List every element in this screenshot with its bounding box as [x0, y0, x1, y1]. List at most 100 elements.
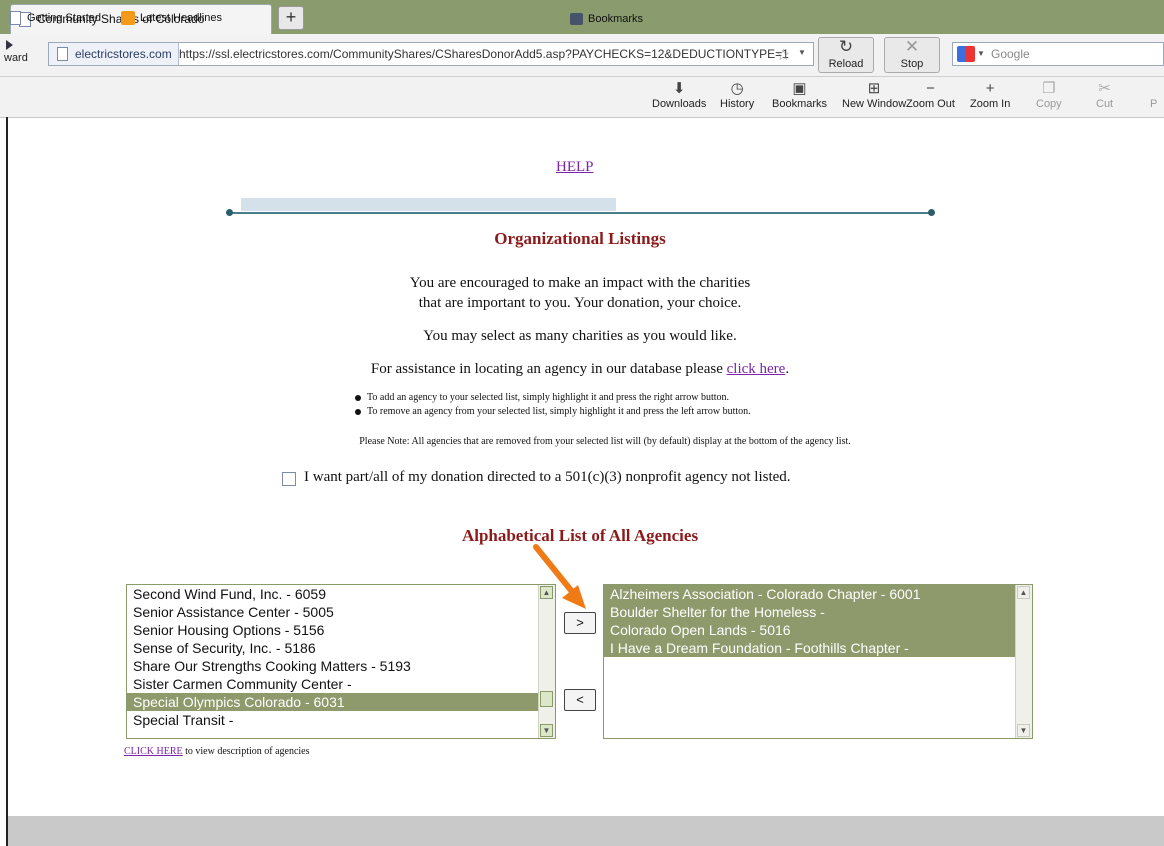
agency-option[interactable]: Sense of Security, Inc. - 5186 — [127, 639, 555, 657]
add-agency-button[interactable]: > — [564, 612, 596, 634]
intro-text-line1: You are encouraged to make an impact wit… — [409, 275, 751, 291]
page-title: Organizational Listings — [494, 229, 666, 248]
assist-period: . — [785, 361, 790, 377]
paste-icon — [1150, 80, 1157, 98]
progress-track — [230, 212, 930, 214]
star-icon[interactable]: ☆ — [776, 45, 790, 65]
agency-option[interactable]: Colorado Open Lands - 5016 — [604, 621, 1032, 639]
toolbar-downloads-button[interactable]: ⬇ Downloads — [652, 80, 706, 110]
instruction-text: To add an agency to your selected list, … — [367, 392, 730, 403]
unlisted-agency-checkbox[interactable] — [282, 472, 296, 486]
url-bar[interactable]: electricstores.com https://ssl.electrics… — [48, 42, 814, 66]
toolbar-label: Zoom Out — [906, 98, 955, 110]
agency-option[interactable]: Share Our Strengths Cooking Matters - 51… — [127, 657, 555, 675]
all-agencies-options: Second Wind Fund, Inc. - 6059 Senior Assi… — [127, 585, 555, 729]
bookmarks-icon — [570, 13, 583, 26]
toolbar-new-window-button[interactable]: ⊞ New Window — [842, 80, 906, 110]
toolbar-bookmarks-button[interactable]: ▣ Bookmarks — [772, 80, 827, 110]
bookmark-getting-started[interactable]: Getting Started — [10, 11, 101, 26]
help-link[interactable]: HELP — [556, 159, 594, 176]
agency-option[interactable]: Sister Carmen Community Center - — [127, 675, 555, 693]
progress-bar-fill — [241, 198, 616, 211]
chevron-down-icon[interactable]: ▼ — [798, 48, 806, 57]
scroll-down-icon[interactable]: ▼ — [540, 724, 553, 737]
toolbar-paste-button[interactable]: P — [1150, 80, 1157, 110]
scrollbar[interactable]: ▲ ▼ — [538, 585, 555, 738]
toolbar-copy-button[interactable]: ❐ Copy — [1036, 80, 1062, 110]
status-bar — [8, 816, 1164, 846]
agency-option[interactable]: Alzheimers Association - Colorado Chapte… — [604, 585, 1032, 603]
intro-text-line3: You may select as many charities as you … — [423, 328, 737, 344]
download-icon: ⬇ — [672, 80, 686, 97]
search-placeholder: Google — [991, 47, 1030, 61]
view-descriptions: CLICK HERE to view description of agenci… — [124, 746, 310, 757]
instruction-bullet: To add an agency to your selected list, … — [355, 392, 729, 404]
assist-click-here-link[interactable]: click here — [727, 361, 786, 377]
copy-icon: ❐ — [1042, 80, 1056, 97]
rss-icon — [121, 11, 135, 26]
chevron-down-icon[interactable]: ▼ — [977, 43, 985, 65]
agency-option[interactable]: Senior Housing Options - 5156 — [127, 621, 555, 639]
window-edge — [6, 117, 8, 846]
toolbar-label: History — [720, 98, 755, 110]
scroll-thumb[interactable] — [540, 691, 553, 707]
forward-arrow-icon[interactable] — [6, 40, 13, 50]
selected-agencies-listbox[interactable]: Alzheimers Association - Colorado Chapte… — [603, 584, 1033, 739]
scroll-down-icon[interactable]: ▼ — [1017, 724, 1030, 737]
toolbar-label: Copy — [1036, 98, 1062, 110]
agency-option[interactable]: Special Transit - — [127, 711, 555, 729]
page-icon — [57, 47, 68, 61]
selected-agencies-options: Alzheimers Association - Colorado Chapte… — [604, 585, 1032, 657]
agency-option[interactable]: I Have a Dream Foundation - Foothills Ch… — [604, 639, 1032, 657]
bookmarks-menu-label: Bookmarks — [588, 13, 644, 25]
bookmarks-icon: ▣ — [792, 80, 807, 97]
all-agencies-listbox[interactable]: Second Wind Fund, Inc. - 6059 Senior Assi… — [126, 584, 556, 739]
cut-icon: ✂ — [1098, 80, 1111, 97]
bookmark-label: Latest Headlines — [140, 12, 222, 24]
bookmark-latest-headlines[interactable]: Latest Headlines — [121, 11, 222, 26]
scrollbar[interactable]: ▲ ▼ — [1015, 585, 1032, 738]
page-icon — [10, 11, 21, 26]
toolbar-label: Downloads — [652, 98, 707, 110]
instruction-bullet: To remove an agency from your selected l… — [355, 406, 751, 418]
new-tab-button[interactable]: + — [278, 6, 304, 30]
reload-icon: ↻ — [838, 37, 854, 56]
stop-label: Stop — [900, 58, 924, 70]
remove-agency-button[interactable]: < — [564, 689, 596, 711]
assist-text: For assistance in locating an agency in … — [200, 359, 960, 379]
search-input[interactable]: ▼ Google — [952, 42, 1164, 66]
reload-button[interactable]: ↻ Reload — [818, 37, 874, 73]
progress-start-marker — [226, 209, 233, 216]
toolbar-history-button[interactable]: ◷ History — [720, 80, 754, 110]
close-icon: ✕ — [904, 37, 920, 56]
agency-list-title: Alphabetical List of All Agencies — [461, 526, 699, 545]
google-icon[interactable] — [957, 46, 975, 62]
instruction-text: To remove an agency from your selected l… — [367, 406, 751, 417]
note-text: Please Note: All agencies that are remov… — [359, 436, 851, 447]
site-label: electricstores.com — [75, 47, 172, 61]
unlisted-agency-label[interactable]: I want part/all of my donation directed … — [304, 469, 791, 486]
zoom-out-icon: − — [926, 80, 935, 97]
view-descriptions-text: to view description of agencies — [182, 746, 310, 757]
bullet-icon — [355, 408, 361, 415]
agency-option[interactable]: Second Wind Fund, Inc. - 6059 — [127, 585, 555, 603]
url-text[interactable]: https://ssl.electricstores.com/Community… — [179, 43, 789, 65]
stop-button[interactable]: ✕ Stop — [884, 37, 940, 73]
scroll-up-icon[interactable]: ▲ — [540, 586, 553, 599]
intro-text-line2: that are important to you. Your donation… — [418, 295, 742, 311]
new-window-icon: ⊞ — [867, 80, 881, 97]
forward-button-label[interactable]: ward — [4, 52, 28, 64]
reload-label: Reload — [828, 58, 864, 70]
toolbar-zoom-in-button[interactable]: + Zoom In — [970, 80, 1010, 110]
toolbar-zoom-out-button[interactable]: − Zoom Out — [906, 80, 955, 110]
agency-option[interactable]: Senior Assistance Center - 5005 — [127, 603, 555, 621]
toolbar-cut-button[interactable]: ✂ Cut — [1096, 80, 1113, 110]
agency-option[interactable]: Special Olympics Colorado - 6031 — [127, 693, 555, 711]
view-descriptions-link[interactable]: CLICK HERE — [124, 746, 183, 757]
bullet-icon — [355, 394, 361, 401]
toolbar-label: Bookmarks — [772, 98, 828, 110]
site-identity-button[interactable]: electricstores.com — [49, 43, 179, 65]
agency-option[interactable]: Boulder Shelter for the Homeless - — [604, 603, 1032, 621]
scroll-up-icon[interactable]: ▲ — [1017, 586, 1030, 599]
bookmarks-menu-button[interactable]: Bookmarks — [570, 12, 643, 26]
